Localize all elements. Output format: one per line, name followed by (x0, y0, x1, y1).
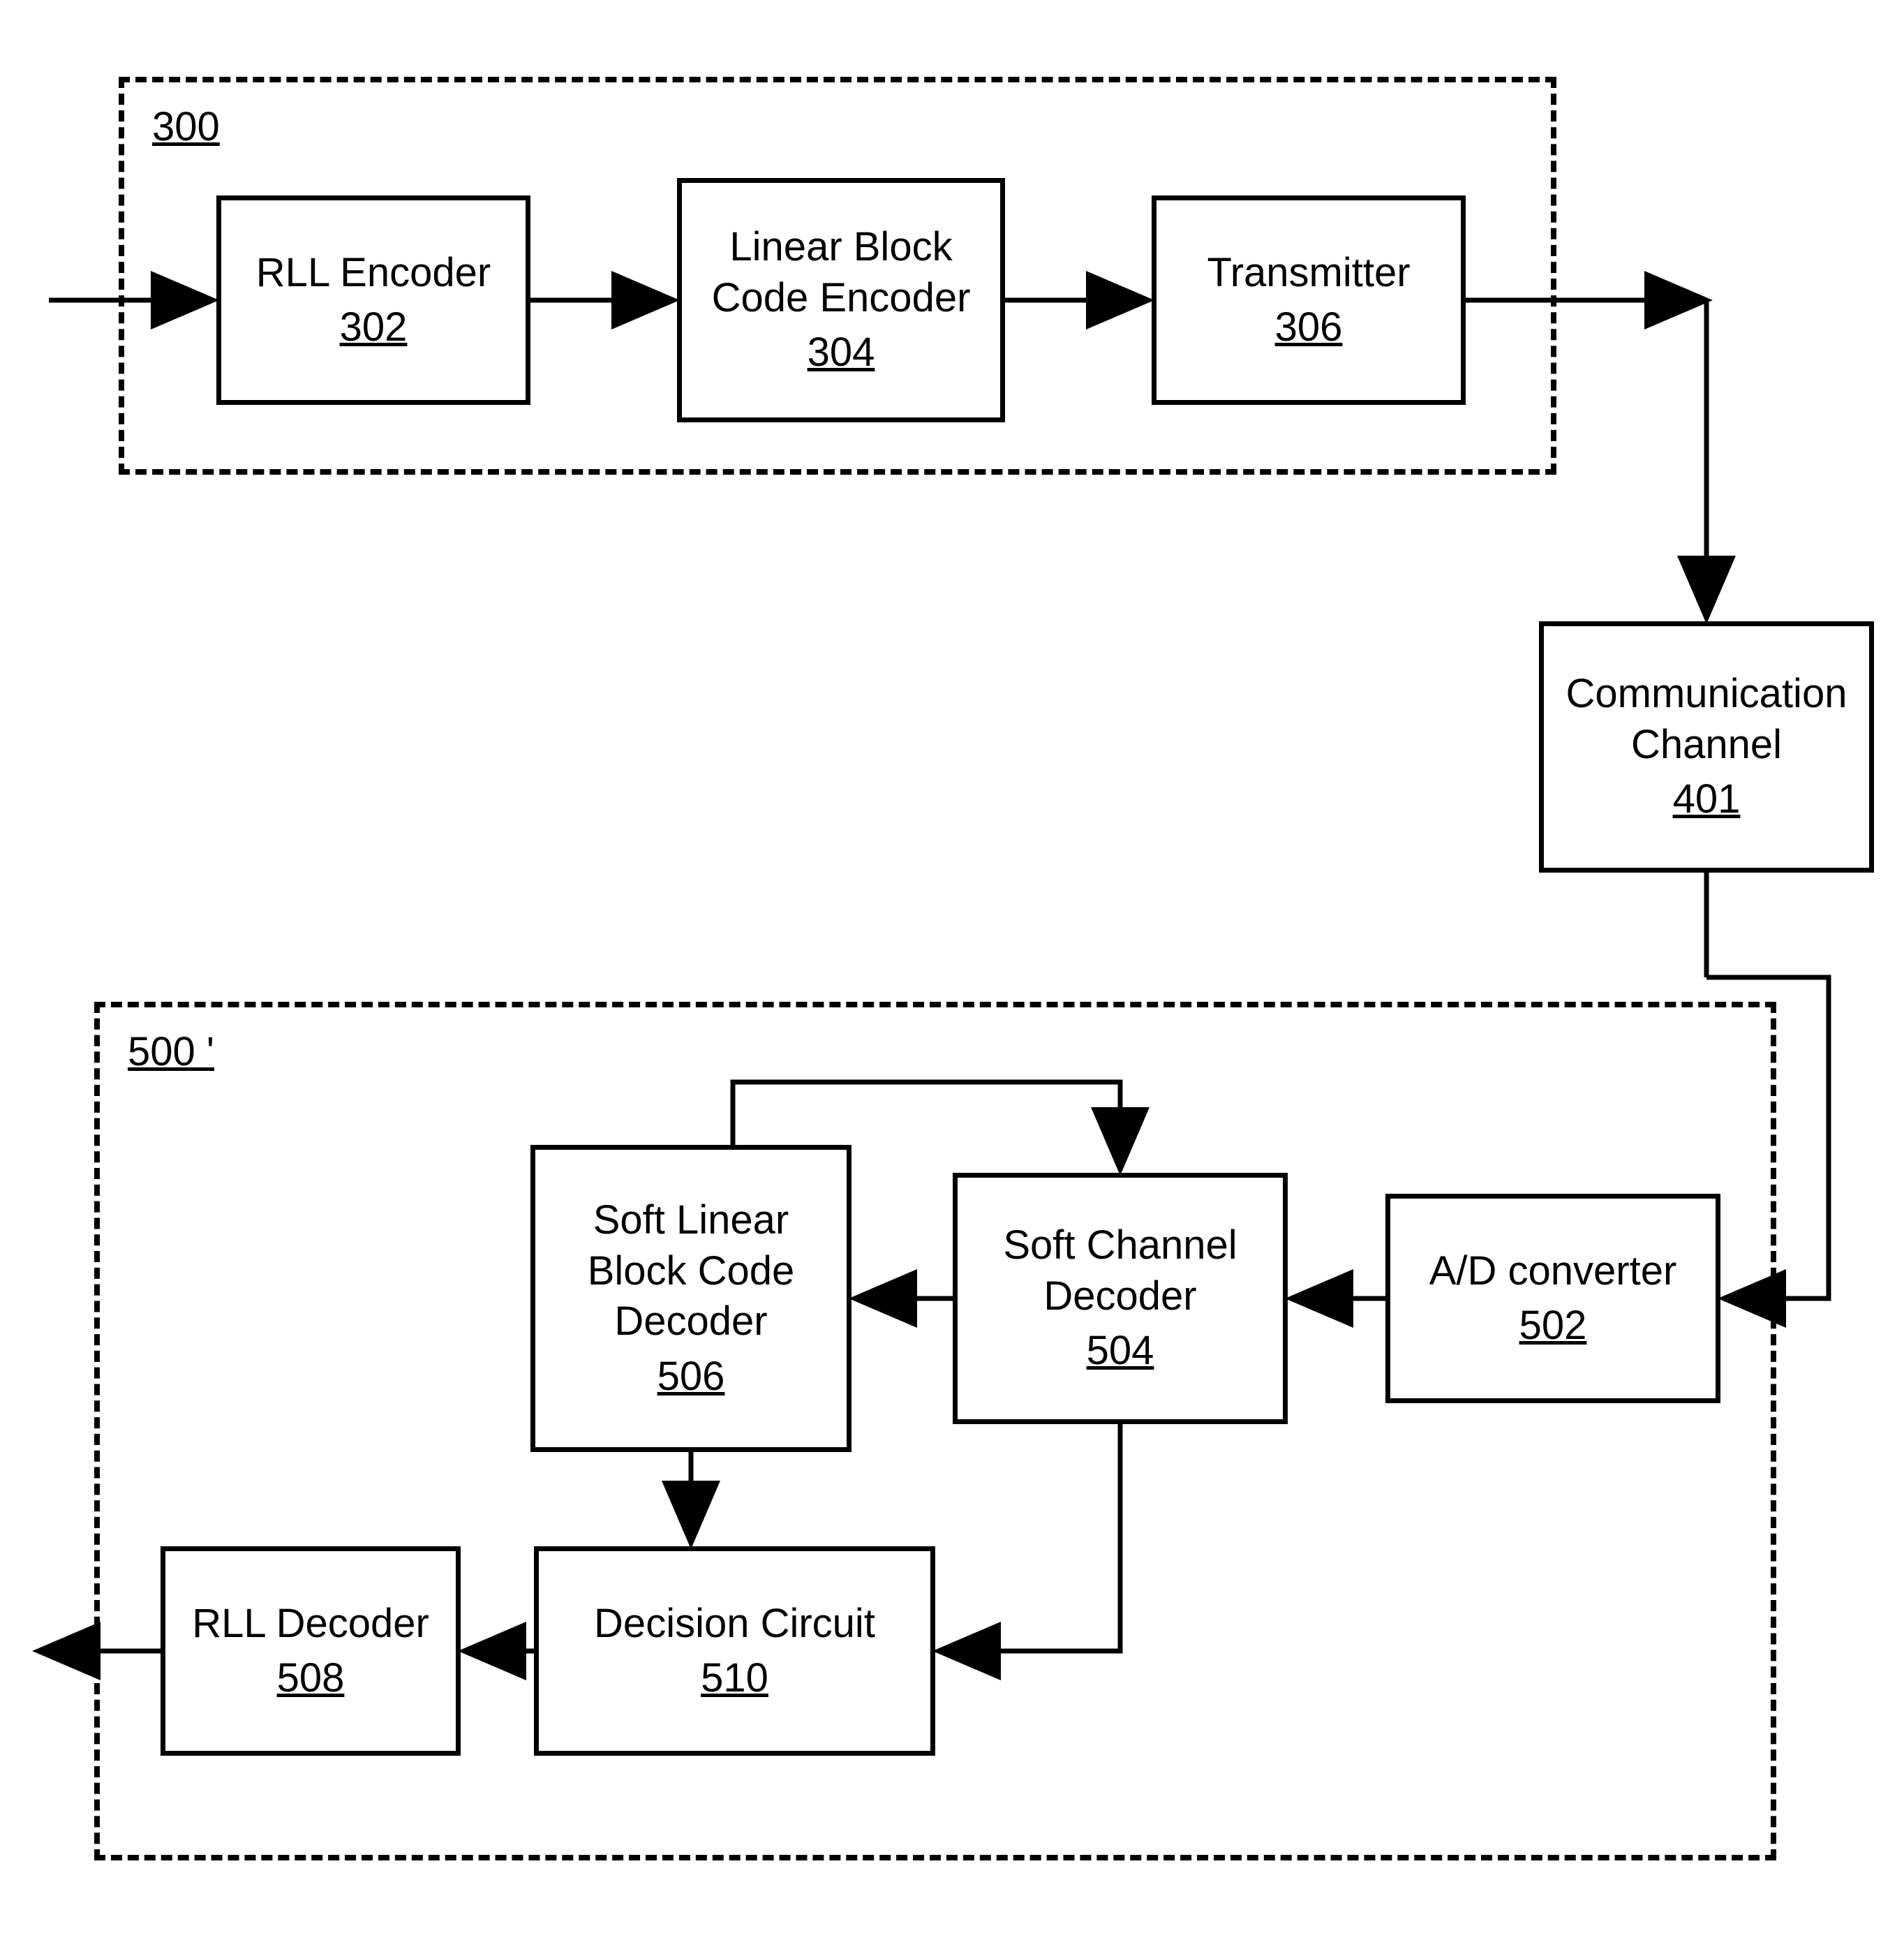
ref: 502 (1519, 1301, 1587, 1352)
ref: 306 (1275, 302, 1343, 353)
label2: Channel (1631, 720, 1782, 771)
ref: 510 (701, 1653, 768, 1704)
label: Transmitter (1207, 248, 1410, 299)
group-rx-ref: 500 ' (128, 1028, 214, 1075)
label1: Linear Block (729, 222, 952, 273)
label: A/D converter (1429, 1246, 1677, 1297)
label1: Communication (1566, 669, 1847, 720)
diagram-canvas: 300 500 ' RLL Encoder 302 Linear Block C… (0, 0, 1904, 1947)
label3: Decoder (614, 1296, 767, 1347)
block-lbc-encoder: Linear Block Code Encoder 304 (677, 178, 1005, 422)
ref: 508 (277, 1653, 345, 1704)
ref: 504 (1087, 1326, 1154, 1377)
label2: Decoder (1043, 1271, 1196, 1322)
block-comm-channel: Communication Channel 401 (1539, 621, 1874, 873)
ref: 304 (808, 327, 875, 378)
block-rll-encoder: RLL Encoder 302 (216, 195, 530, 405)
label1: Soft Linear (593, 1195, 789, 1246)
block-decision-circuit: Decision Circuit 510 (534, 1546, 935, 1756)
block-rll-decoder: RLL Decoder 508 (161, 1546, 461, 1756)
block-soft-channel-dec: Soft Channel Decoder 504 (953, 1173, 1288, 1424)
label2: Code Encoder (712, 273, 971, 324)
label2: Block Code (588, 1246, 795, 1297)
ref: 302 (340, 302, 408, 353)
label: RLL Decoder (192, 1599, 429, 1650)
label1: Soft Channel (1003, 1220, 1237, 1271)
ref: 506 (657, 1352, 725, 1402)
group-tx-ref: 300 (152, 103, 220, 150)
label: RLL Encoder (256, 248, 491, 299)
block-ad-converter: A/D converter 502 (1385, 1194, 1720, 1403)
label: Decision Circuit (594, 1599, 875, 1650)
ref: 401 (1673, 774, 1741, 825)
block-transmitter: Transmitter 306 (1152, 195, 1466, 405)
block-soft-lbc-dec: Soft Linear Block Code Decoder 506 (530, 1145, 851, 1452)
